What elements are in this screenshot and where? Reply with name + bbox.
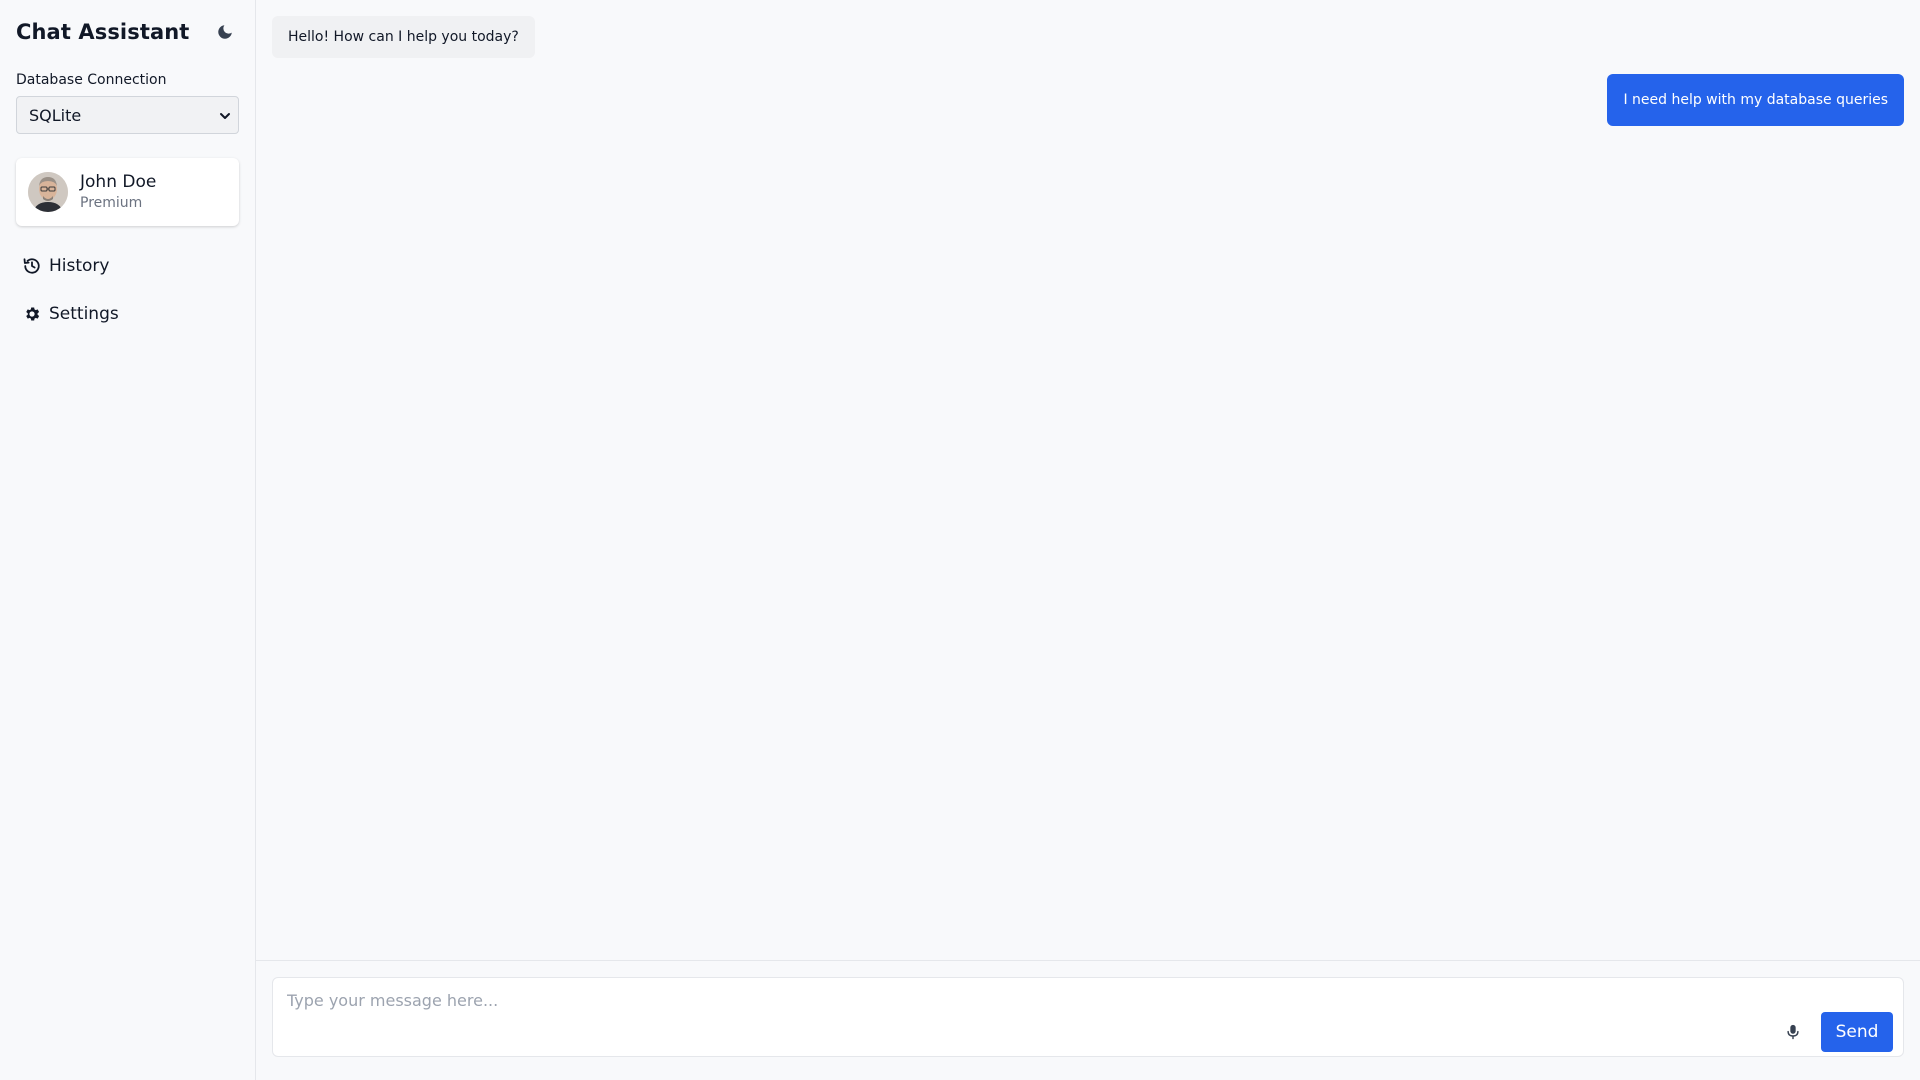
- user-plan-badge: Premium: [80, 195, 143, 211]
- user-card[interactable]: John Doe Premium: [16, 158, 239, 226]
- db-connection-select[interactable]: SQLite: [16, 96, 239, 134]
- composer-area: Send: [256, 960, 1920, 1080]
- db-selected-value: SQLite: [29, 105, 82, 125]
- user-message: I need help with my database queries: [1607, 74, 1904, 126]
- sidebar: Chat Assistant Database Connection SQLit…: [0, 0, 256, 1080]
- message-row-assistant: Hello! How can I help you today?: [272, 16, 1904, 58]
- composer: Send: [272, 977, 1904, 1057]
- microphone-icon[interactable]: [1781, 1020, 1805, 1044]
- sidebar-header: Chat Assistant: [16, 16, 239, 48]
- message-row-user: I need help with my database queries: [272, 74, 1904, 126]
- send-button[interactable]: Send: [1821, 1012, 1893, 1052]
- db-connection-label: Database Connection: [16, 72, 167, 88]
- sidebar-nav: History Settings: [16, 246, 239, 334]
- sidebar-item-label: History: [49, 256, 110, 276]
- app-title: Chat Assistant: [16, 20, 190, 44]
- user-info: John Doe Premium: [80, 171, 156, 213]
- user-name: John Doe: [80, 172, 157, 192]
- message-input[interactable]: [285, 990, 1891, 1011]
- sidebar-item-history[interactable]: History: [16, 246, 239, 286]
- avatar: [28, 172, 68, 212]
- moon-icon[interactable]: [211, 18, 239, 46]
- app-root: Chat Assistant Database Connection SQLit…: [0, 0, 1920, 1080]
- chat-main: Hello! How can I help you today? I need …: [256, 0, 1920, 1080]
- sidebar-item-settings[interactable]: Settings: [16, 294, 239, 334]
- message-list: Hello! How can I help you today? I need …: [256, 0, 1920, 960]
- chevron-down-icon: [218, 108, 232, 122]
- sidebar-item-label: Settings: [49, 304, 119, 324]
- assistant-message: Hello! How can I help you today?: [272, 16, 535, 58]
- gear-icon: [23, 305, 41, 323]
- history-icon: [23, 257, 41, 275]
